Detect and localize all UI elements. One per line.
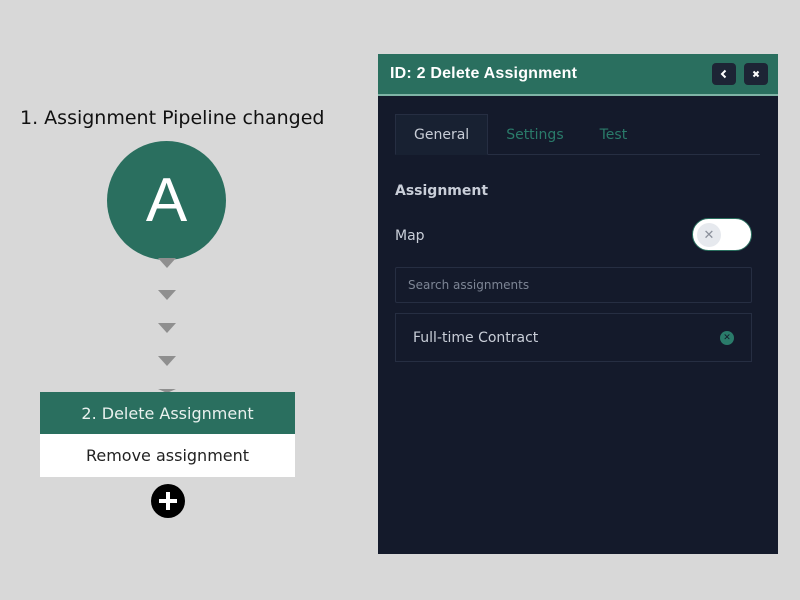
plus-icon [159,492,177,510]
panel-header: ID: 2 Delete Assignment [378,54,778,96]
panel-tabs: General Settings Test [395,114,760,155]
selected-assignment-item: Full-time Contract ✕ [395,313,752,362]
add-step-button[interactable] [151,484,185,518]
trigger-avatar-letter: A [145,165,188,235]
search-assignments-input[interactable] [395,267,752,303]
workflow-canvas: 1. Assignment Pipeline changed A 2. Dele… [0,0,800,600]
close-panel-button[interactable] [744,63,768,85]
remove-circle-icon[interactable]: ✕ [720,330,734,345]
step-card-delete-assignment[interactable]: 2. Delete Assignment Remove assignment [40,392,295,477]
step-title: 2. Delete Assignment [40,392,295,434]
trigger-title: 1. Assignment Pipeline changed [20,107,325,129]
connector-arrow-icon [158,258,176,268]
tab-general[interactable]: General [395,114,489,155]
close-icon [752,70,760,78]
trigger-node[interactable]: A [107,141,226,260]
panel-title: ID: 2 Delete Assignment [390,65,578,82]
connector-arrow-icon [158,323,176,333]
selected-assignment-label: Full-time Contract [413,329,539,346]
step-description: Remove assignment [85,446,250,465]
tab-settings[interactable]: Settings [488,114,581,155]
map-label: Map [395,228,425,244]
step-settings-panel: ID: 2 Delete Assignment General Settings… [378,54,778,554]
collapse-panel-button[interactable] [712,63,736,85]
chevron-left-icon [720,69,727,79]
tab-test[interactable]: Test [582,114,646,155]
section-label-assignment: Assignment [395,183,489,199]
x-icon: ✕ [697,223,721,247]
map-toggle[interactable]: ✕ [692,218,752,251]
connector-arrow-icon [158,356,176,366]
connector-arrow-icon [158,290,176,300]
